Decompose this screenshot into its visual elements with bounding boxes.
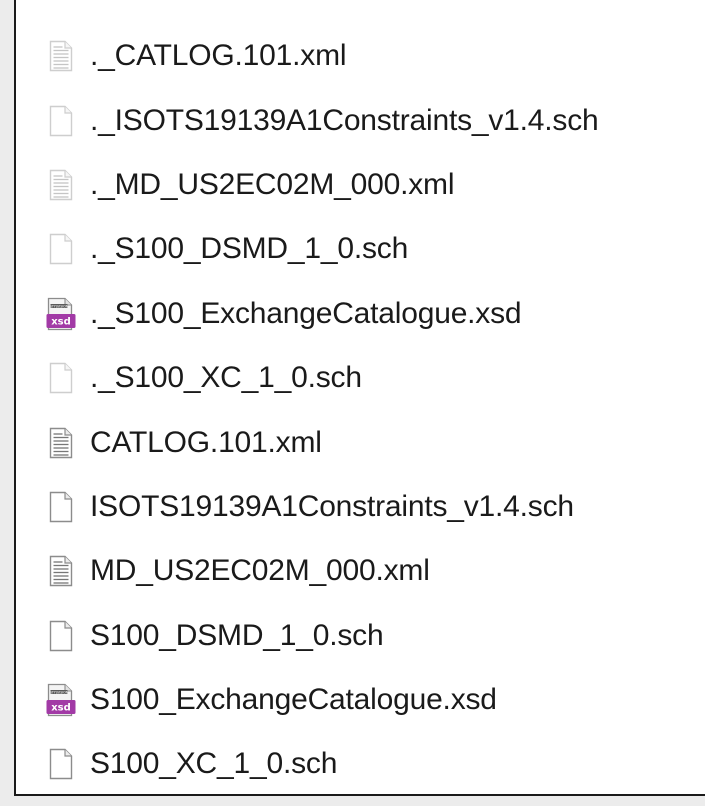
file-name-label: ._CATLOG.101.xml: [90, 39, 347, 73]
text-document-icon: [46, 424, 76, 462]
blank-document-icon: [46, 488, 76, 526]
file-name-label: ._S100_XC_1_0.sch: [90, 361, 362, 395]
file-list-panel: ._CATLOG.101.xml ._ISOTS19139A1Constrain…: [14, 0, 705, 796]
blank-document-icon: [46, 745, 76, 783]
file-item-s100-dsmd-1-0-sch[interactable]: ._S100_DSMD_1_0.sch: [46, 217, 701, 281]
file-item-catlog-101-xml[interactable]: ._CATLOG.101.xml: [46, 24, 701, 88]
file-name-label: S100_XC_1_0.sch: [90, 747, 338, 781]
svg-text:STYLVISION: STYLVISION: [50, 304, 69, 308]
file-item-s100-exchangecatalogue-xsd[interactable]: STYLVISION xsd ._S100_ExchangeCatalogue.…: [46, 282, 701, 346]
file-name-label: MD_US2EC02M_000.xml: [90, 554, 430, 588]
file-name-label: ISOTS19139A1Constraints_v1.4.sch: [90, 489, 574, 523]
file-item-isots19139a1constraints-v1-4-sch[interactable]: ISOTS19139A1Constraints_v1.4.sch: [46, 475, 701, 539]
file-name-label: ._ISOTS19139A1Constraints_v1.4.sch: [90, 103, 599, 137]
xsd-file-icon: STYLVISION xsd: [46, 681, 76, 719]
blank-document-icon: [46, 359, 76, 397]
file-item-md-us2ec02m-000-xml[interactable]: MD_US2EC02M_000.xml: [46, 539, 701, 603]
file-item-s100-exchangecatalogue-xsd[interactable]: STYLVISION xsd S100_ExchangeCatalogue.xs…: [46, 668, 701, 732]
file-item-isots19139a1constraints-v1-4-sch[interactable]: ._ISOTS19139A1Constraints_v1.4.sch: [46, 88, 701, 152]
file-item-s100-xc-1-0-sch[interactable]: S100_XC_1_0.sch: [46, 732, 701, 796]
text-document-icon: [46, 37, 76, 75]
file-name-label: ._MD_US2EC02M_000.xml: [90, 167, 455, 201]
blank-document-icon: [46, 617, 76, 655]
file-name-label: S100_DSMD_1_0.sch: [90, 618, 384, 652]
text-document-icon: [46, 552, 76, 590]
svg-text:STYLVISION: STYLVISION: [50, 690, 69, 694]
blank-document-icon: [46, 230, 76, 268]
file-name-label: ._S100_ExchangeCatalogue.xsd: [90, 296, 522, 330]
text-document-icon: [46, 166, 76, 204]
file-item-catlog-101-xml[interactable]: CATLOG.101.xml: [46, 410, 701, 474]
svg-text:xsd: xsd: [51, 703, 71, 714]
file-name-label: S100_ExchangeCatalogue.xsd: [90, 683, 497, 717]
file-item-md-us2ec02m-000-xml[interactable]: ._MD_US2EC02M_000.xml: [46, 153, 701, 217]
file-item-s100-xc-1-0-sch[interactable]: ._S100_XC_1_0.sch: [46, 346, 701, 410]
file-list: ._CATLOG.101.xml ._ISOTS19139A1Constrain…: [46, 24, 701, 797]
blank-document-icon: [46, 102, 76, 140]
file-name-label: ._S100_DSMD_1_0.sch: [90, 232, 409, 266]
file-name-label: CATLOG.101.xml: [90, 425, 322, 459]
xsd-file-icon: STYLVISION xsd: [46, 295, 76, 333]
svg-text:xsd: xsd: [51, 316, 71, 327]
file-item-s100-dsmd-1-0-sch[interactable]: S100_DSMD_1_0.sch: [46, 604, 701, 668]
